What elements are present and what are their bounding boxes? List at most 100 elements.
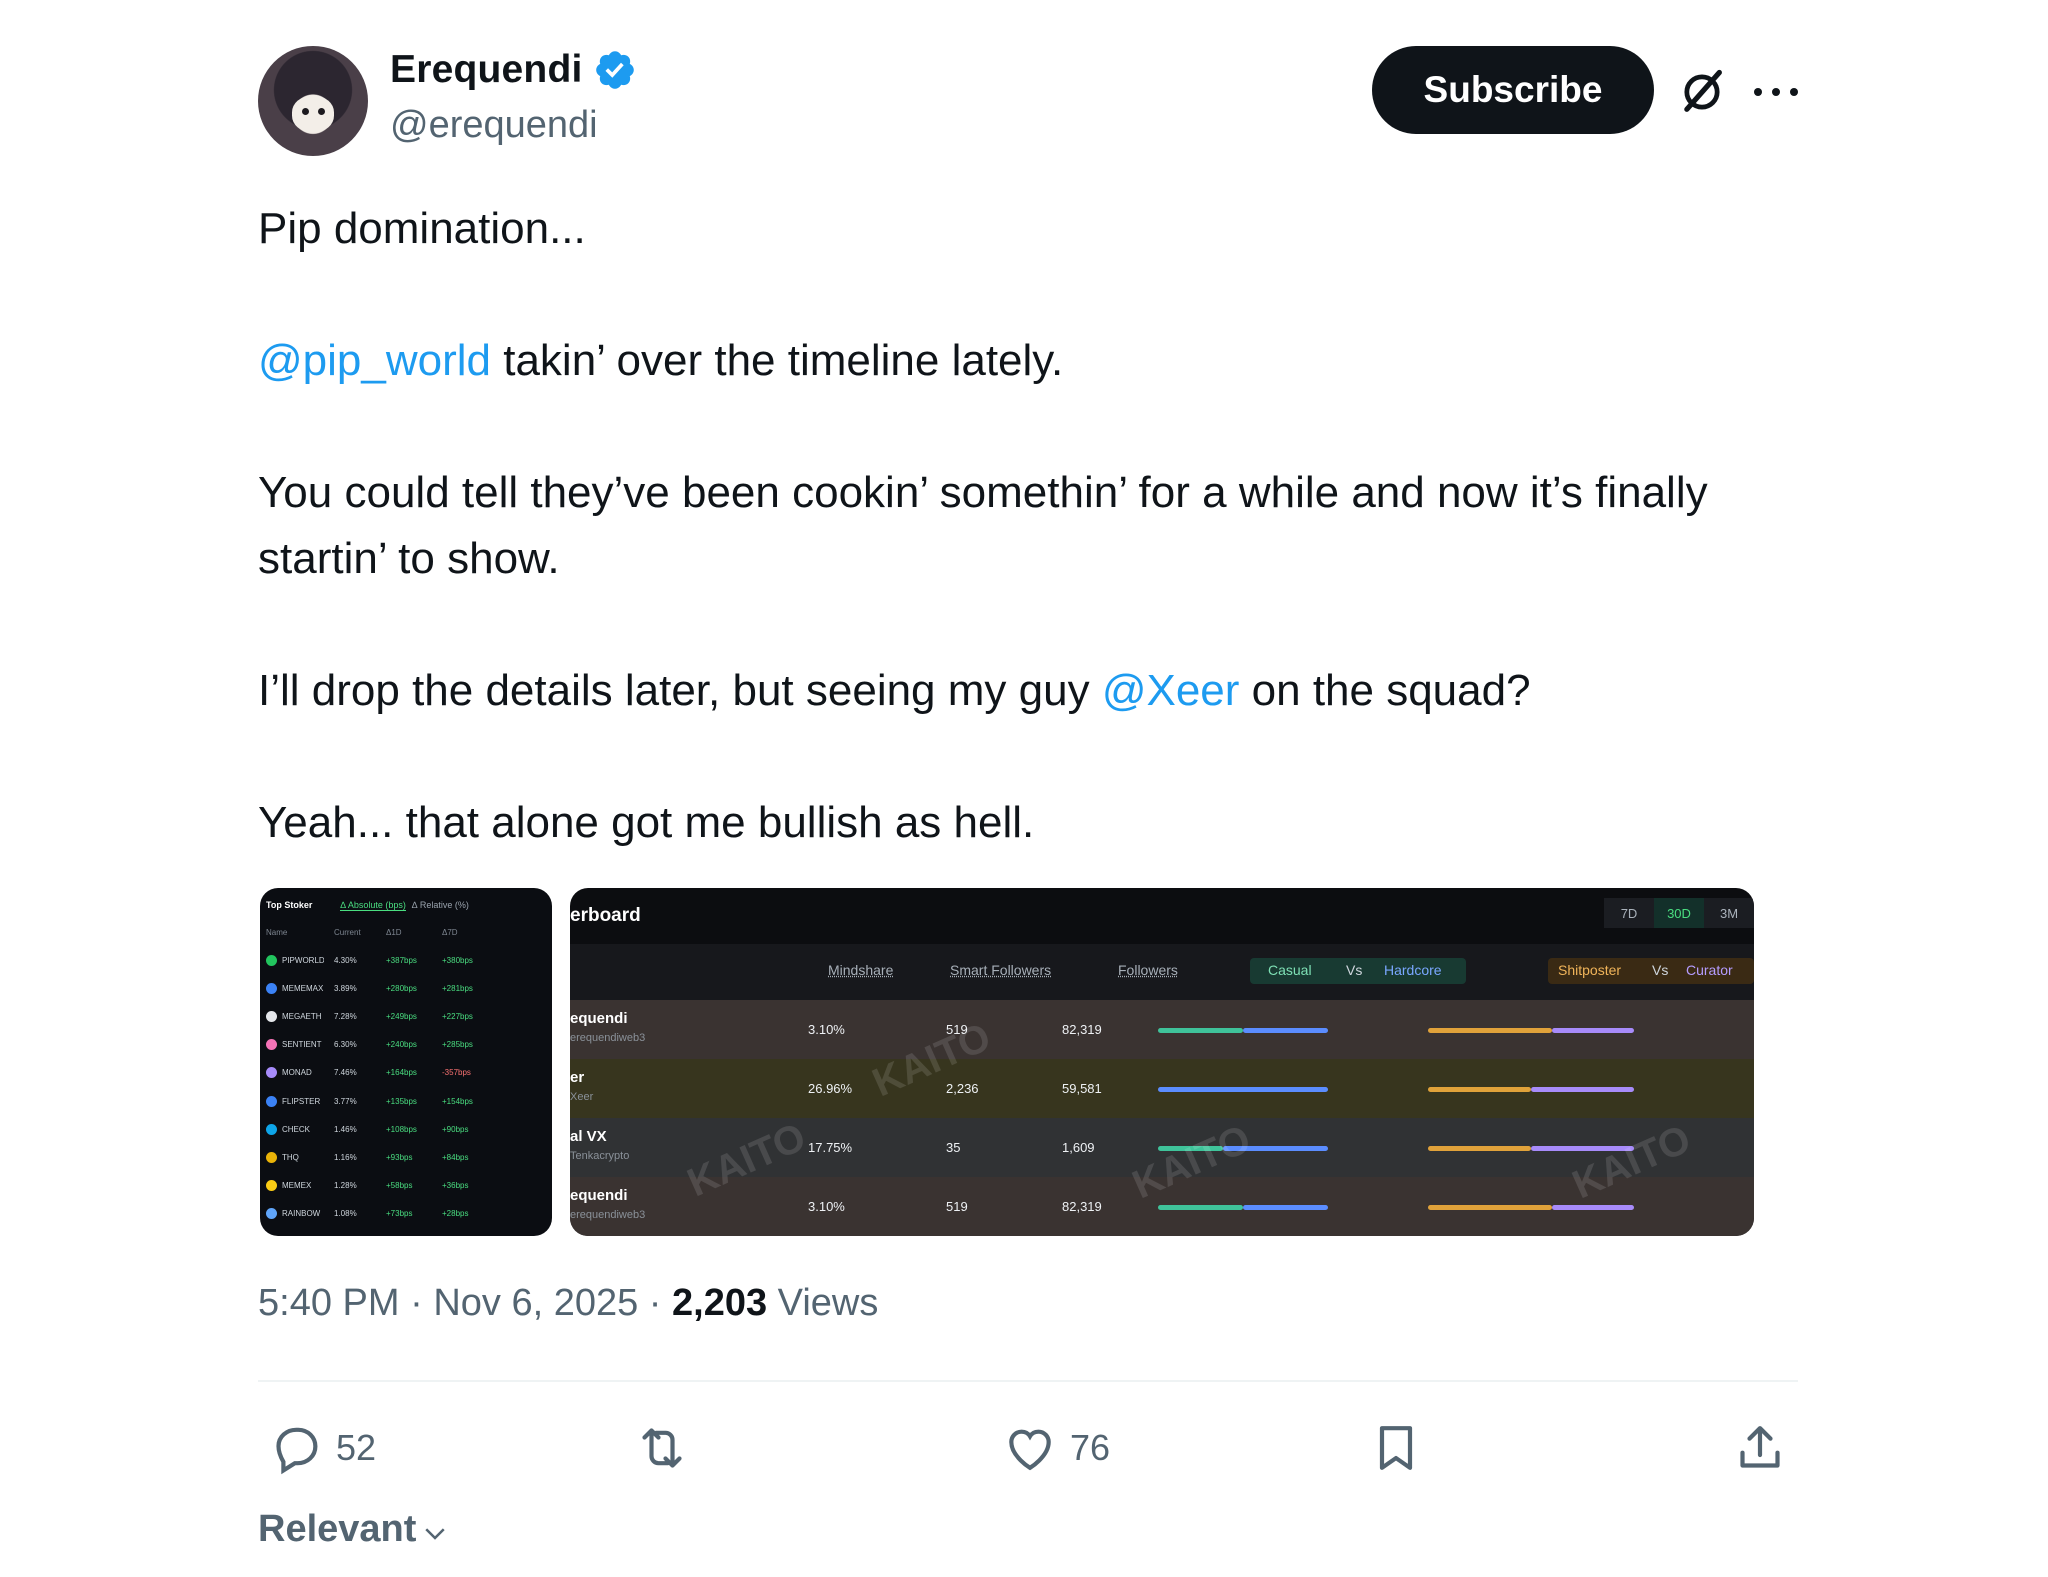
like-count: 76: [1070, 1427, 1111, 1468]
repost-button[interactable]: [634, 1418, 690, 1478]
image2-followers: 59,581: [1062, 1081, 1102, 1096]
project-logo-icon: [266, 1010, 277, 1022]
views-label: Views: [767, 1282, 879, 1324]
avatar[interactable]: [258, 46, 368, 156]
image1-cell-name: SENTIENT: [266, 1039, 324, 1051]
like-button[interactable]: 76: [1002, 1418, 1110, 1478]
more-icon[interactable]: [1754, 72, 1798, 112]
image2-curator-bar: [1531, 1087, 1634, 1092]
image2-hardcore-bar: [1243, 1205, 1328, 1210]
author-handle[interactable]: @erequendi: [390, 104, 598, 147]
image1-row: MONAD 7.46% +164bps -357bps: [266, 1063, 546, 1083]
image2-user-name: er: [570, 1069, 585, 1086]
project-logo-icon: [266, 1151, 277, 1163]
reply-button[interactable]: 52: [268, 1418, 376, 1478]
image1-cell-d1: +108bps: [386, 1124, 417, 1134]
image2-title: erboard: [570, 905, 641, 926]
image1-cell-current: 3.89%: [334, 983, 357, 993]
image2-shitposter-bar: [1428, 1146, 1531, 1151]
image2-mindshare: 3.10%: [808, 1199, 845, 1214]
image1-cell-d7: +380bps: [442, 955, 473, 965]
image1-col-name: Name: [266, 928, 288, 937]
paragraph-4-end: on the squad?: [1239, 666, 1531, 715]
image1-cell-name: MONAD: [266, 1067, 324, 1079]
display-name[interactable]: Erequendi: [390, 48, 583, 92]
image1-cell-d7: +154bps: [442, 1096, 473, 1106]
image1-row: MEGAETH 7.28% +249bps +227bps: [266, 1006, 546, 1026]
avatar-eye: [318, 108, 325, 115]
sort-replies-dropdown[interactable]: Relevant: [258, 1508, 450, 1551]
image1-cell-name: FLIPSTER: [266, 1095, 324, 1107]
image1-project-name: MEGAETH: [282, 1011, 322, 1021]
meta-separator: ·: [399, 1282, 434, 1324]
image1-row: THQ 1.16% +93bps +84bps: [266, 1147, 546, 1167]
image2-user-name: equendi: [570, 1010, 628, 1027]
image1-row: SENTIENT 6.30% +240bps +285bps: [266, 1035, 546, 1055]
image1-project-name: MEMEMAX: [282, 983, 324, 993]
image2-hardcore-bar: [1243, 1028, 1328, 1033]
image2-tab-3m: 3M: [1704, 898, 1754, 928]
mention-link[interactable]: @Xeer: [1102, 666, 1240, 715]
image2-casual-bar: [1158, 1205, 1243, 1210]
bookmark-button[interactable]: [1368, 1418, 1424, 1478]
project-logo-icon: [266, 1180, 277, 1192]
paragraph-5: Yeah... that alone got me bullish as hel…: [258, 798, 1035, 847]
image1-row: CHECK 1.46% +108bps +90bps: [266, 1119, 546, 1139]
image1-cell-current: 7.46%: [334, 1068, 357, 1078]
image1-cell-d1: +240bps: [386, 1040, 417, 1050]
image2-mindshare: 3.10%: [808, 1022, 845, 1037]
image1-cell-d1: +249bps: [386, 1011, 417, 1021]
media-image-leaderboard[interactable]: erboard 7D 30D 3M Mindshare Smart Follow…: [570, 888, 1754, 1236]
image2-curator-bar: [1552, 1205, 1634, 1210]
image2-tab-30d: 30D: [1654, 898, 1704, 928]
image1-cell-d7: +28bps: [442, 1209, 469, 1219]
image1-project-name: SENTIENT: [282, 1040, 322, 1050]
image2-user-name: equendi: [570, 1187, 628, 1204]
image1-cell-d7: +281bps: [442, 983, 473, 993]
timestamp-time[interactable]: 5:40 PM: [258, 1282, 400, 1324]
image1-cell-current: 1.16%: [334, 1152, 357, 1162]
image1-cell-d7: -357bps: [442, 1068, 471, 1078]
bookmark-icon: [1379, 1426, 1413, 1470]
sort-label: Relevant: [258, 1508, 417, 1550]
image2-user-handle: erequendiweb3: [570, 1032, 646, 1044]
share-button[interactable]: [1732, 1418, 1788, 1478]
image1-cell-d1: +387bps: [386, 955, 417, 965]
chevron-down-icon: [425, 1527, 446, 1540]
image1-cell-current: 6.30%: [334, 1040, 357, 1050]
subscribe-button[interactable]: Subscribe: [1372, 46, 1654, 134]
timestamp-date[interactable]: Nov 6, 2025: [433, 1282, 638, 1324]
image1-column-headers: Name Current Δ1D Δ7D: [266, 928, 546, 937]
repost-icon: [642, 1428, 682, 1468]
image2-followers: 1,609: [1062, 1140, 1095, 1155]
image1-row: MEMEX 1.28% +58bps +36bps: [266, 1176, 546, 1196]
project-logo-icon: [266, 1095, 277, 1107]
image2-tab-7d: 7D: [1604, 898, 1654, 928]
image1-project-name: MONAD: [282, 1068, 312, 1078]
share-icon: [1740, 1426, 1780, 1468]
author-name-row: Erequendi: [390, 48, 637, 92]
image1-col-d7: Δ7D: [442, 928, 458, 937]
image1-cell-name: MEGAETH: [266, 1010, 324, 1022]
image1-project-name: THQ: [282, 1152, 299, 1162]
project-logo-icon: [266, 1039, 277, 1051]
image1-row: MEMEMAX 3.89% +280bps +281bps: [266, 978, 546, 998]
media-image-top-stoker[interactable]: Top Stoker ∆ Absolute (bps) ∆ Relative (…: [260, 888, 552, 1236]
image2-followers: 82,319: [1062, 1199, 1102, 1214]
project-logo-icon: [266, 954, 277, 966]
image2-followers: 82,319: [1062, 1022, 1102, 1037]
image2-hardcore-bar: [1158, 1087, 1328, 1092]
image2-column-headers: Mindshare Smart Followers Followers Casu…: [570, 944, 1754, 1000]
mention-link[interactable]: @pip_world: [258, 336, 491, 385]
grok-icon[interactable]: [1676, 66, 1728, 118]
image2-user-name: al VX: [570, 1128, 607, 1145]
image1-cell-d7: +84bps: [442, 1152, 469, 1162]
paragraph-4: I’ll drop the details later, but seeing …: [258, 658, 1778, 724]
image1-cell-name: MEMEX: [266, 1180, 324, 1192]
image1-cell-d1: +280bps: [386, 983, 417, 993]
image2-user-handle: erequendiweb3: [570, 1209, 646, 1221]
project-logo-icon: [266, 1123, 277, 1135]
image1-cell-d1: +73bps: [386, 1209, 413, 1219]
image1-project-name: RAINBOW: [282, 1209, 321, 1219]
avatar-eye: [302, 108, 309, 115]
